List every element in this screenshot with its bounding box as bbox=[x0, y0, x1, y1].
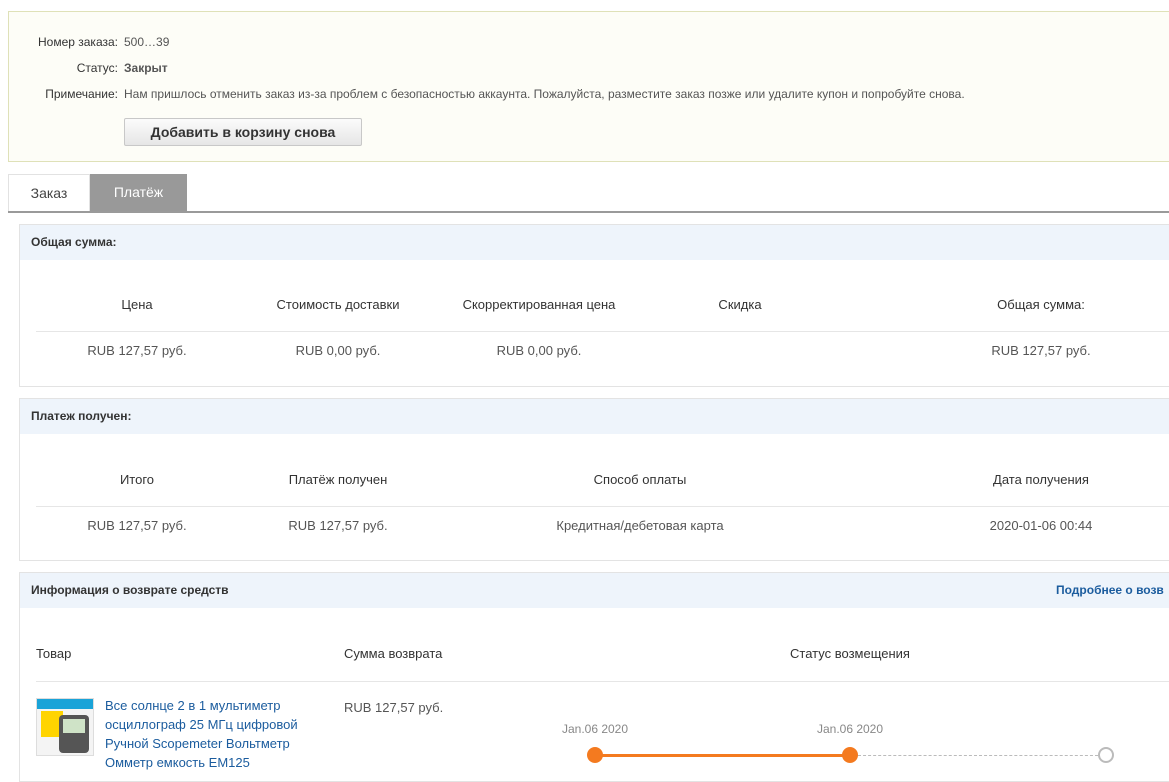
timeline-step-2-dot bbox=[842, 747, 858, 763]
timeline-date-2: Jan.06 2020 bbox=[816, 722, 884, 736]
timeline-date-1: Jan.06 2020 bbox=[561, 722, 629, 736]
total-panel-title: Общая сумма: bbox=[20, 225, 1169, 260]
total-value-shipping: RUB 0,00 руб. bbox=[295, 343, 381, 358]
payment-header-received: Платёж получен bbox=[288, 472, 388, 487]
refund-panel: Информация о возврате средств Подробнее … bbox=[19, 572, 1169, 782]
order-number-value: 500…39 bbox=[124, 35, 170, 49]
timeline-step-3-dot bbox=[1098, 747, 1114, 763]
order-status-label: Статус: bbox=[76, 61, 118, 75]
thumbnail-band bbox=[37, 699, 93, 709]
total-header-shipping: Стоимость доставки bbox=[276, 297, 400, 312]
order-tabs: Заказ Платёж bbox=[8, 174, 1169, 213]
order-status-value: Закрыт bbox=[124, 61, 168, 75]
total-header-discount: Скидка bbox=[718, 297, 762, 312]
total-header-price: Цена bbox=[121, 297, 153, 312]
total-value-sum: RUB 127,57 руб. bbox=[991, 343, 1091, 358]
refund-header-product: Товар bbox=[36, 646, 72, 661]
payment-value-date: 2020-01-06 00:44 bbox=[989, 518, 1093, 533]
timeline-progress-line bbox=[595, 754, 850, 757]
payment-value-method: Кредитная/дебетовая карта bbox=[556, 518, 724, 533]
tab-order[interactable]: Заказ bbox=[8, 174, 90, 211]
refund-panel-title: Информация о возврате средств bbox=[20, 573, 1169, 608]
payment-value-total: RUB 127,57 руб. bbox=[87, 518, 187, 533]
tab-payment[interactable]: Платёж bbox=[90, 174, 187, 211]
total-value-price: RUB 127,57 руб. bbox=[87, 343, 187, 358]
order-number-label: Номер заказа: bbox=[37, 35, 118, 49]
payment-value-received: RUB 127,57 руб. bbox=[288, 518, 388, 533]
total-separator bbox=[36, 331, 1169, 332]
payment-panel: Платеж получен: Итого Платёж получен Спо… bbox=[19, 398, 1169, 561]
total-header-adjusted: Скорректированная цена bbox=[462, 297, 616, 312]
payment-header-total: Итого bbox=[119, 472, 155, 487]
product-thumbnail[interactable] bbox=[36, 698, 94, 756]
payment-header-method: Способ оплаты bbox=[593, 472, 687, 487]
refund-details-link[interactable]: Подробнее о возв bbox=[1056, 573, 1164, 608]
order-note-value: Нам пришлось отменить заказ из-за пробле… bbox=[124, 87, 965, 101]
refund-header-amount: Сумма возврата bbox=[344, 646, 443, 661]
refund-header-status: Статус возмещения bbox=[790, 646, 910, 661]
refund-amount-value: RUB 127,57 руб. bbox=[344, 700, 444, 715]
order-info-box: Номер заказа: 500…39 Статус: Закрыт Прим… bbox=[8, 11, 1169, 162]
payment-header-date: Дата получения bbox=[993, 472, 1089, 487]
payment-separator bbox=[36, 506, 1169, 507]
refund-product-link[interactable]: Все солнце 2 в 1 мультиметр осциллограф … bbox=[105, 696, 330, 772]
refund-separator bbox=[36, 681, 1169, 682]
thumbnail-screen bbox=[63, 719, 85, 733]
timeline-step-1-dot bbox=[587, 747, 603, 763]
total-value-adjusted: RUB 0,00 руб. bbox=[496, 343, 582, 358]
payment-panel-title: Платеж получен: bbox=[20, 399, 1169, 434]
order-note-label: Примечание: bbox=[45, 87, 118, 101]
timeline-pending-line bbox=[858, 755, 1098, 756]
total-header-sum: Общая сумма: bbox=[997, 297, 1085, 312]
total-panel: Общая сумма: Цена Стоимость доставки Ско… bbox=[19, 224, 1169, 387]
add-to-cart-again-button[interactable]: Добавить в корзину снова bbox=[124, 118, 362, 146]
